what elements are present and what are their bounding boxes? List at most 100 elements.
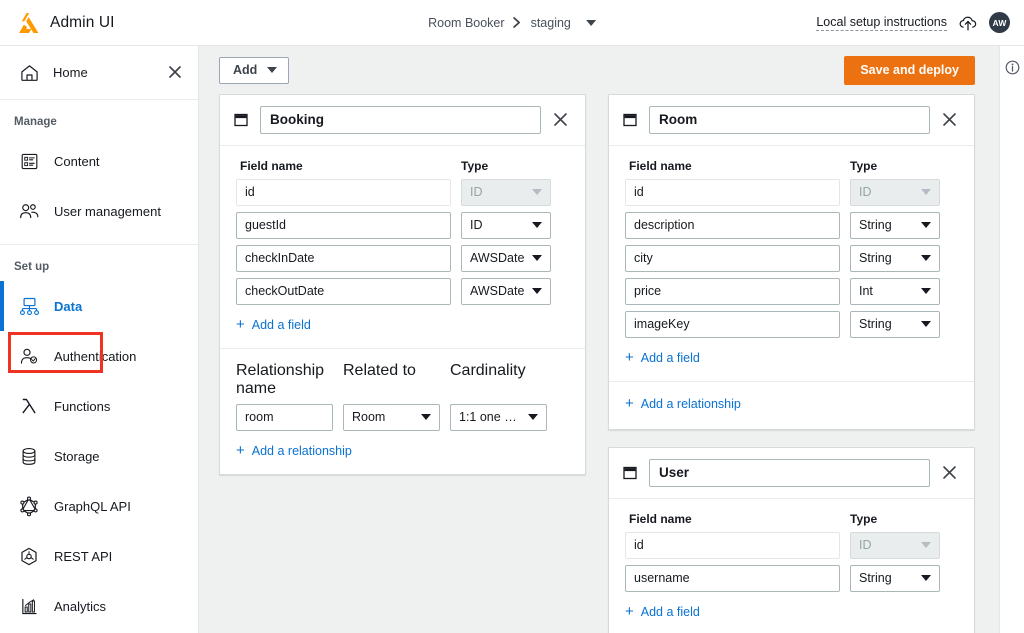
add-field-link[interactable]: + Add a field <box>236 317 311 332</box>
field-row: AWSDate <box>236 278 569 305</box>
field-row: ID <box>236 212 569 239</box>
sidebar-item-home[interactable]: Home <box>0 46 198 100</box>
relationships-header-row: Relationship name Related to Cardinality <box>236 362 569 398</box>
fields-header-row: Field name Type <box>236 159 569 173</box>
sidebar-home-label: Home <box>53 65 88 80</box>
cardinality-select[interactable]: 1:1 one Boo… <box>450 404 547 431</box>
sidebar-item-data[interactable]: Data <box>0 281 198 331</box>
close-icon[interactable] <box>553 112 569 128</box>
close-icon[interactable] <box>942 465 958 481</box>
add-relationship-link[interactable]: + Add a relationship <box>625 396 741 411</box>
local-setup-instructions-link[interactable]: Local setup instructions <box>816 15 947 31</box>
field-name-input[interactable] <box>236 212 451 239</box>
chevron-down-icon <box>921 542 931 548</box>
content-list-icon <box>18 150 40 172</box>
field-type-select[interactable]: String <box>850 245 940 272</box>
fields-header-row: Field name Type <box>625 159 958 173</box>
info-circle-icon[interactable] <box>1005 60 1020 75</box>
field-name-input[interactable] <box>236 278 451 305</box>
breadcrumb-app-name[interactable]: Room Booker <box>428 16 504 30</box>
cardinality-column-header: Cardinality <box>450 362 526 379</box>
add-button[interactable]: Add <box>219 56 290 84</box>
add-relationship-link[interactable]: + Add a relationship <box>236 443 352 458</box>
close-icon[interactable] <box>942 112 958 128</box>
relationships-section: Relationship name Related to Cardinality… <box>220 348 585 474</box>
sidebar-group-manage: Manage Content User management <box>0 100 198 245</box>
add-button-label: Add <box>233 62 258 77</box>
breadcrumb-separator-icon <box>513 17 522 28</box>
sidebar-item-label: GraphQL API <box>54 498 131 514</box>
analytics-chart-icon <box>18 595 40 617</box>
add-field-link[interactable]: + Add a field <box>625 350 700 365</box>
breadcrumb[interactable]: Room Booker staging <box>428 16 596 30</box>
add-field-label: Add a field <box>640 350 700 365</box>
sidebar-item-authentication[interactable]: Authentication <box>0 331 198 381</box>
relationship-name-input[interactable] <box>236 404 333 431</box>
brand-title: Admin UI <box>50 13 115 31</box>
field-type-value: String <box>859 218 892 232</box>
field-name-input[interactable] <box>625 212 840 239</box>
type-column-header: Type <box>850 512 878 526</box>
avatar[interactable]: AW <box>989 12 1010 33</box>
model-name-input[interactable] <box>649 459 930 487</box>
field-type-select[interactable]: String <box>850 565 940 592</box>
field-name-input[interactable] <box>236 245 451 272</box>
sidebar-group-title: Manage <box>14 116 57 128</box>
field-type-select: ID <box>850 532 940 559</box>
add-field-link[interactable]: + Add a field <box>625 604 700 619</box>
field-name-input <box>625 179 840 206</box>
field-row: String <box>625 565 958 592</box>
field-type-select[interactable]: ID <box>461 212 551 239</box>
field-type-value: String <box>859 251 892 265</box>
model-name-input[interactable] <box>260 106 541 134</box>
sidebar-item-analytics[interactable]: Analytics <box>0 581 198 631</box>
relationship-row: Room 1:1 one Boo… <box>236 404 569 431</box>
fields-section: Field name Type ID <box>609 146 974 381</box>
breadcrumb-environment[interactable]: staging <box>531 16 571 30</box>
type-column-header: Type <box>850 159 878 173</box>
plus-icon: + <box>625 395 634 412</box>
field-type-select[interactable]: Int <box>850 278 940 305</box>
model-card-header <box>220 95 585 146</box>
plus-icon: + <box>625 603 634 620</box>
related-to-select[interactable]: Room <box>343 404 440 431</box>
field-name-input <box>236 179 451 206</box>
chevron-down-icon <box>921 255 931 261</box>
chevron-down-icon <box>532 222 542 228</box>
sidebar-item-label: REST API <box>54 548 113 564</box>
amplify-logo-icon <box>18 12 40 33</box>
field-type-select[interactable]: AWSDate <box>461 245 551 272</box>
field-type-select[interactable]: AWSDate <box>461 278 551 305</box>
field-name-input[interactable] <box>625 245 840 272</box>
sidebar-item-functions[interactable]: Functions <box>0 381 198 431</box>
field-name-input <box>625 532 840 559</box>
sidebar-item-content[interactable]: Content <box>0 136 198 186</box>
sidebar-group-setup: Set up Data Authentication Functions Sto… <box>0 245 198 633</box>
chevron-down-icon <box>532 255 542 261</box>
add-relationship-label: Add a relationship <box>251 443 352 458</box>
chevron-down-icon <box>921 575 931 581</box>
field-type-select[interactable]: String <box>850 311 940 338</box>
sidebar-item-rest-api[interactable]: REST API <box>0 531 198 581</box>
field-name-input[interactable] <box>625 311 840 338</box>
field-row: Int <box>625 278 958 305</box>
close-icon[interactable] <box>168 65 184 81</box>
sidebar-item-storage[interactable]: Storage <box>0 431 198 481</box>
models-column-left: Field name Type ID <box>219 94 586 475</box>
relationships-section: + Add a relationship <box>609 381 974 429</box>
user-check-icon <box>18 345 40 367</box>
model-name-input[interactable] <box>649 106 930 134</box>
field-name-input[interactable] <box>625 565 840 592</box>
model-card-header <box>609 448 974 499</box>
save-and-deploy-button[interactable]: Save and deploy <box>844 55 975 85</box>
cloud-upload-icon[interactable] <box>958 13 978 33</box>
cardinality-value: 1:1 one Boo… <box>459 410 522 424</box>
field-row: ID <box>625 179 958 206</box>
sidebar-item-user-management[interactable]: User management <box>0 186 198 236</box>
chevron-down-icon[interactable] <box>585 19 596 26</box>
field-name-input[interactable] <box>625 278 840 305</box>
field-name-column-header: Field name <box>629 512 692 526</box>
field-name-column-header: Field name <box>629 159 692 173</box>
sidebar-item-graphql-api[interactable]: GraphQL API <box>0 481 198 531</box>
field-type-select[interactable]: String <box>850 212 940 239</box>
